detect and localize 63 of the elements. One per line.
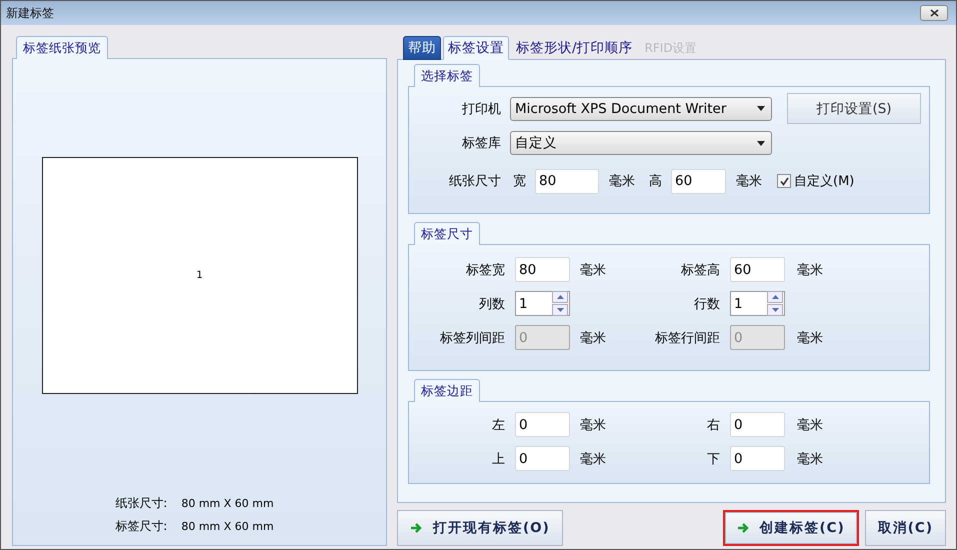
unit-label: 毫米 (580, 416, 607, 434)
close-button[interactable] (920, 5, 948, 21)
field-label: 上 (491, 450, 505, 468)
spin-up-icon[interactable] (552, 291, 568, 303)
input-field[interactable]: 60 (730, 257, 785, 282)
field-label: 列数 (478, 296, 505, 312)
window-title: 新建标签 (6, 4, 54, 22)
dialog-button[interactable]: 取消(C) (864, 510, 946, 546)
unit-label: 毫米 (797, 416, 824, 434)
input-field[interactable]: 0 (730, 412, 785, 437)
close-icon (930, 9, 938, 17)
field-label: 标签列间距 (439, 330, 505, 346)
input-field[interactable]: 0 (515, 412, 570, 437)
unit-label: 毫米 (797, 450, 824, 468)
arrow-right-icon (410, 522, 423, 534)
unit-label: 毫米 (797, 330, 824, 346)
arrow-right-icon (736, 522, 750, 534)
spin-up-icon[interactable] (767, 291, 783, 303)
field-label: 右 (706, 416, 720, 434)
tab[interactable]: 标签形状/打印顺序 (511, 36, 638, 60)
field-label: 下 (706, 450, 720, 468)
library-dropdown[interactable]: 自定义 (510, 131, 772, 155)
field-label: 纸张尺寸 (448, 173, 501, 190)
caret-icon (757, 140, 765, 146)
unit-label: 毫米 (609, 173, 635, 190)
unit-label: 毫米 (580, 262, 607, 278)
caret-icon (757, 106, 765, 111)
field-label: 标签库 (461, 135, 501, 152)
unit-label: 毫米 (580, 330, 607, 346)
print-setup-button[interactable]: 打印设置(S) (787, 93, 921, 124)
field-label: 标签宽 (465, 262, 505, 278)
info-label: 纸张尺寸: (115, 495, 168, 512)
field-label: 标签高 (680, 262, 720, 278)
info-value: 80 mm X 60 mm (181, 520, 274, 533)
input-field[interactable]: 0 (515, 446, 570, 471)
spin-field[interactable]: 1 (730, 291, 785, 316)
panel-tab[interactable]: 标签纸张预览 (16, 36, 108, 59)
spin-down-icon[interactable] (552, 304, 568, 316)
input-field[interactable]: 60 (671, 168, 726, 194)
dialog-button[interactable]: 创建标签(C) (722, 510, 859, 546)
printer-dropdown[interactable]: Microsoft XPS Document Writer (510, 96, 772, 120)
field-label: 标签行间距 (654, 330, 720, 346)
input-field[interactable]: 80 (515, 257, 570, 282)
height-label: 高 (649, 173, 662, 190)
input-field[interactable]: 0 (730, 446, 785, 471)
info-label: 标签尺寸: (115, 518, 168, 535)
field-label: 打印机 (461, 100, 501, 118)
unit-label: 毫米 (736, 173, 762, 190)
label-number: 1 (196, 270, 203, 281)
checkbox-label[interactable]: 自定义(M) (794, 172, 854, 190)
info-value: 80 mm X 60 mm (181, 497, 274, 510)
field-label: 行数 (693, 296, 720, 312)
help-button[interactable]: 帮助 (403, 36, 441, 60)
tab[interactable]: 标签设置 (443, 36, 509, 60)
checkbox[interactable] (777, 174, 791, 188)
field-label: 左 (491, 416, 505, 434)
spin-field[interactable]: 1 (515, 291, 570, 316)
unit-label: 毫米 (797, 262, 824, 278)
unit-label: 毫米 (580, 450, 607, 468)
dialog-button[interactable]: 打开现有标签(O) (397, 510, 563, 546)
spin-down-icon[interactable] (767, 304, 783, 316)
input-field[interactable]: 80 (535, 168, 599, 194)
width-label: 宽 (513, 173, 526, 190)
